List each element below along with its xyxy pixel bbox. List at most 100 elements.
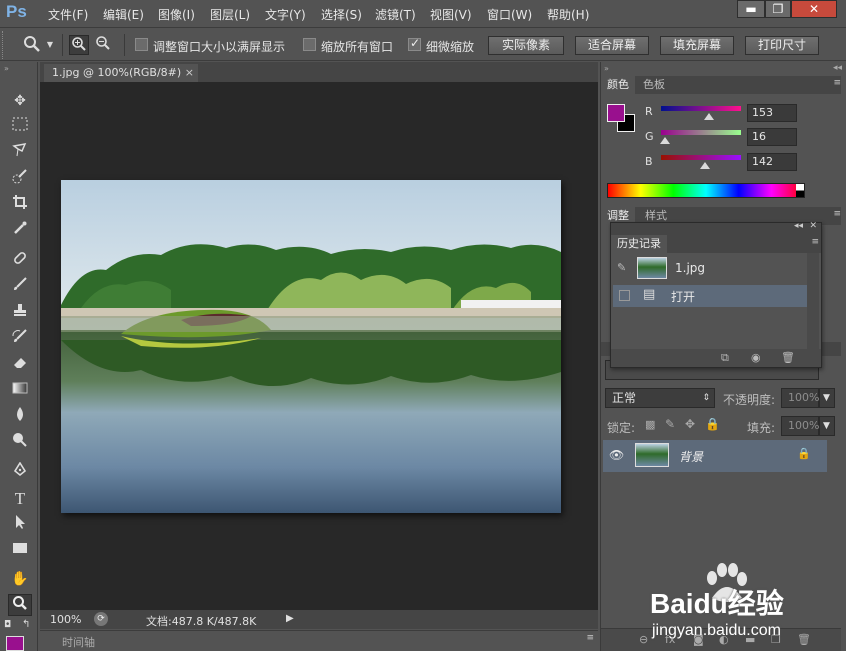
lock-pixels-icon[interactable]: ✎	[665, 417, 675, 431]
tab-history[interactable]: 历史记录	[611, 235, 667, 253]
layer-name[interactable]: 背景	[679, 448, 703, 465]
blue-slider[interactable]	[661, 155, 741, 160]
panel-menu-icon[interactable]: ≡	[586, 633, 594, 643]
link-layers-icon[interactable]: ⊖	[639, 633, 648, 646]
type-tool-icon[interactable]: T	[8, 488, 32, 510]
clone-stamp-tool-icon[interactable]	[8, 302, 32, 324]
menu-filter[interactable]: 滤镜(T)	[375, 6, 416, 23]
zoom-out-icon[interactable]	[93, 35, 113, 55]
zoom-level[interactable]: 100%	[50, 613, 81, 626]
canvas-area[interactable]	[40, 82, 598, 610]
quick-select-tool-icon[interactable]	[8, 168, 32, 190]
resize-windows-checkbox[interactable]	[135, 38, 148, 51]
panel-menu-icon[interactable]: ≡	[833, 209, 841, 219]
maximize-button[interactable]: ❐	[765, 0, 791, 18]
swap-colors-icon[interactable]: ↰	[22, 619, 30, 630]
blend-mode-select[interactable]: 正常 ⇕	[605, 388, 715, 408]
foreground-color-swatch[interactable]	[607, 104, 625, 122]
green-slider[interactable]	[661, 130, 741, 135]
red-value-field[interactable]: 153	[747, 104, 797, 122]
green-value-field[interactable]: 16	[747, 128, 797, 146]
healing-brush-tool-icon[interactable]	[8, 250, 32, 272]
timeline-label[interactable]: 时间轴	[62, 634, 95, 650]
close-icon[interactable]: ✕	[809, 221, 817, 231]
opacity-field[interactable]: 100%	[781, 388, 819, 408]
new-document-from-state-icon[interactable]: ⧉	[721, 351, 729, 365]
move-tool-icon[interactable]: ✥	[8, 90, 32, 112]
history-step-checkbox[interactable]	[619, 290, 630, 301]
share-icon[interactable]: ⟳	[94, 612, 108, 626]
default-colors-icon[interactable]: ◘	[4, 620, 11, 630]
hand-tool-icon[interactable]: ✋	[8, 568, 32, 590]
actual-pixels-button[interactable]: 实际像素	[488, 36, 564, 55]
tab-swatches[interactable]: 色板	[637, 76, 671, 94]
gradient-tool-icon[interactable]	[8, 380, 32, 402]
menu-layer[interactable]: 图层(L)	[210, 6, 250, 23]
blue-value-field[interactable]: 142	[747, 153, 797, 171]
collapse-icon[interactable]: »	[4, 64, 9, 73]
lasso-tool-icon[interactable]	[8, 142, 32, 164]
fit-screen-button[interactable]: 适合屏幕	[575, 36, 649, 55]
panel-drag-bar[interactable]: ◂◂ ✕	[611, 221, 821, 235]
foreground-color-swatch[interactable]	[6, 636, 24, 651]
menu-window[interactable]: 窗口(W)	[487, 6, 532, 23]
marquee-tool-icon[interactable]	[8, 116, 32, 138]
collapse-icon[interactable]: »	[604, 64, 609, 73]
lock-all-icon[interactable]: 🔒	[705, 417, 720, 431]
eyedropper-tool-icon[interactable]	[8, 220, 32, 242]
menu-help[interactable]: 帮助(H)	[547, 6, 589, 23]
minimize-button[interactable]: ▬	[737, 0, 765, 18]
document-tab[interactable]: 1.jpg @ 100%(RGB/8#) ×	[44, 64, 198, 82]
zoom-in-icon[interactable]	[69, 35, 89, 55]
blur-tool-icon[interactable]	[8, 406, 32, 428]
trash-icon[interactable]: 🗑	[781, 351, 795, 364]
history-scrollbar[interactable]	[807, 253, 819, 349]
zoom-tool-preset-icon[interactable]	[22, 35, 42, 55]
status-menu-arrow-icon[interactable]: ▶	[286, 613, 294, 624]
path-select-tool-icon[interactable]	[8, 514, 32, 536]
chevron-down-icon[interactable]: ▼	[44, 35, 56, 55]
pen-tool-icon[interactable]	[8, 461, 32, 484]
layer-row-background[interactable]: 👁 背景 🔒	[603, 440, 827, 472]
close-button[interactable]: ✕	[791, 0, 837, 18]
menu-image[interactable]: 图像(I)	[158, 6, 195, 23]
fill-screen-button[interactable]: 填充屏幕	[660, 36, 734, 55]
history-brush-tool-icon[interactable]	[8, 328, 32, 350]
document-image[interactable]	[61, 180, 561, 513]
dodge-tool-icon[interactable]	[8, 432, 32, 454]
menu-edit[interactable]: 编辑(E)	[103, 6, 144, 23]
camera-icon[interactable]: ◉	[751, 351, 761, 364]
zoom-all-checkbox[interactable]	[303, 38, 316, 51]
history-brush-source-icon[interactable]: ✎	[617, 261, 626, 274]
menu-file[interactable]: 文件(F)	[48, 6, 88, 23]
panel-menu-icon[interactable]: ≡	[833, 78, 841, 88]
grip-handle[interactable]	[2, 31, 6, 59]
menu-view[interactable]: 视图(V)	[430, 6, 472, 23]
scrubby-zoom-checkbox[interactable]	[408, 36, 421, 51]
lock-position-icon[interactable]: ✥	[685, 417, 695, 431]
eraser-tool-icon[interactable]	[8, 354, 32, 376]
panel-close-icon[interactable]: ◂◂	[833, 63, 842, 73]
chevron-down-icon[interactable]: ▼	[819, 388, 835, 408]
zoom-tool-icon[interactable]	[8, 594, 32, 616]
collapse-icon[interactable]: ◂◂	[794, 221, 803, 231]
lock-transparent-icon[interactable]: ▩	[645, 418, 655, 431]
tab-color[interactable]: 颜色	[601, 76, 635, 94]
rectangle-tool-icon[interactable]	[8, 540, 32, 562]
chevron-down-icon[interactable]: ▼	[819, 416, 835, 436]
menu-type[interactable]: 文字(Y)	[265, 6, 306, 23]
menu-select[interactable]: 选择(S)	[321, 6, 362, 23]
red-slider[interactable]	[661, 106, 741, 111]
color-spectrum-ramp[interactable]	[607, 183, 805, 198]
red-slider-knob[interactable]	[704, 113, 714, 120]
fill-field[interactable]: 100%	[781, 416, 819, 436]
blue-slider-knob[interactable]	[700, 162, 710, 169]
history-step-row[interactable]: ▤ 打开	[613, 285, 807, 307]
crop-tool-icon[interactable]	[8, 194, 32, 216]
close-tab-icon[interactable]: ×	[185, 64, 194, 82]
print-size-button[interactable]: 打印尺寸	[745, 36, 819, 55]
history-snapshot-row[interactable]: ✎ 1.jpg	[613, 255, 807, 283]
green-slider-knob[interactable]	[660, 137, 670, 144]
brush-tool-icon[interactable]	[8, 276, 32, 298]
panel-menu-icon[interactable]: ≡	[811, 237, 819, 247]
